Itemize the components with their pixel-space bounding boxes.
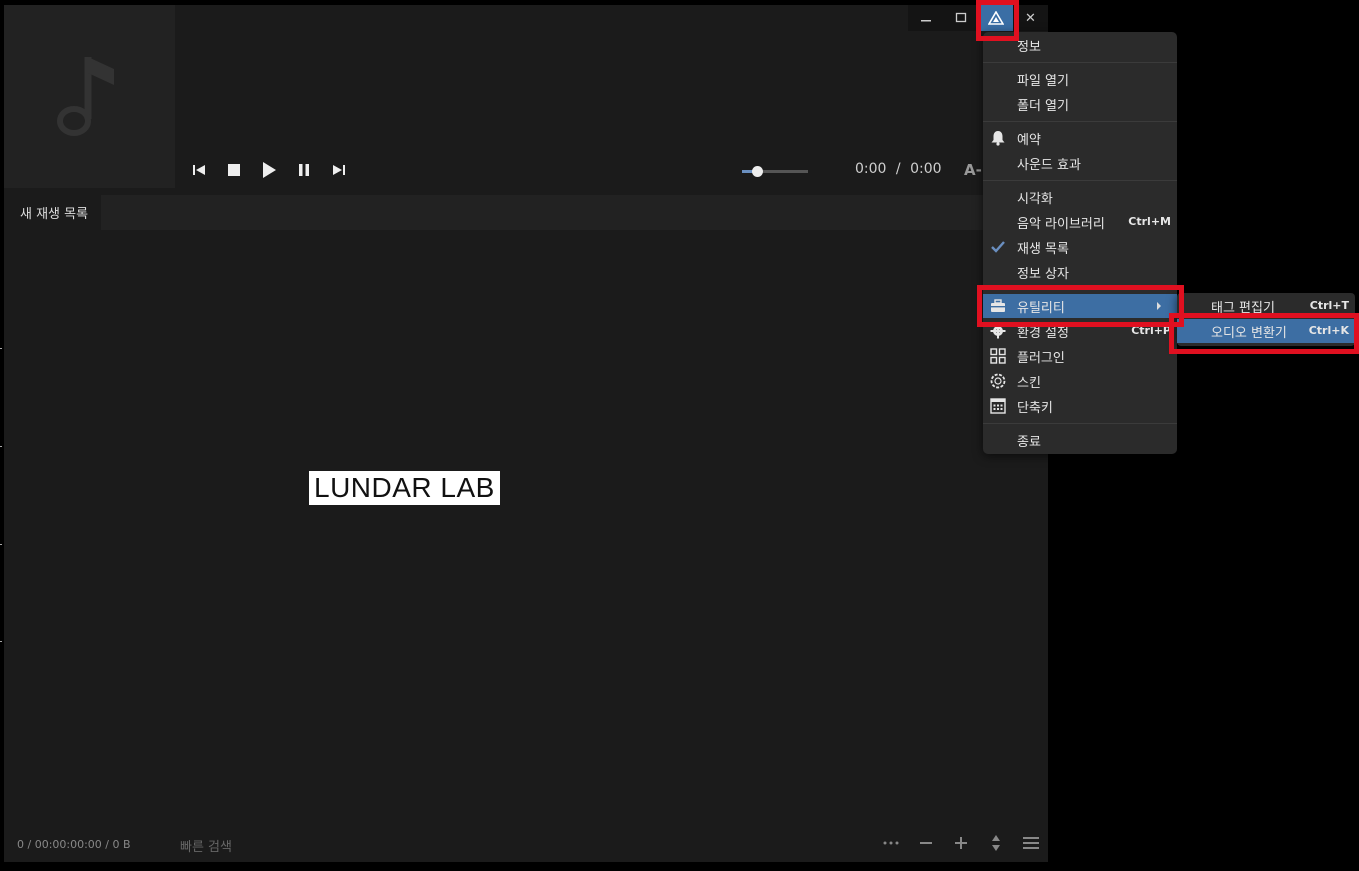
maximize-button[interactable] bbox=[943, 5, 978, 31]
close-icon: ✕ bbox=[1025, 10, 1036, 26]
minimize-button[interactable] bbox=[908, 5, 943, 31]
menu-item-music-library[interactable]: 음악 라이브러리 Ctrl+M bbox=[983, 210, 1177, 234]
list-menu-button[interactable] bbox=[1021, 833, 1041, 853]
menu-item-schedule[interactable]: 예약 bbox=[983, 126, 1177, 150]
menu-item-label: 플러그인 bbox=[1017, 351, 1065, 366]
menu-item-shortcut: Ctrl+M bbox=[1128, 215, 1171, 228]
quick-search-input[interactable]: 빠른 검색 bbox=[180, 836, 232, 855]
menu-item-label: 재생 목록 bbox=[1017, 242, 1069, 257]
volume-slider[interactable] bbox=[742, 166, 808, 177]
time-current: 0:00 bbox=[855, 161, 887, 177]
previous-button[interactable] bbox=[189, 160, 209, 180]
menu-item-label: 스킨 bbox=[1017, 376, 1041, 391]
menu-item-label: 정보 bbox=[1017, 40, 1041, 55]
next-icon bbox=[333, 165, 345, 175]
keyboard-icon bbox=[989, 397, 1007, 415]
menu-item-label: 단축키 bbox=[1017, 401, 1053, 416]
music-note-icon bbox=[56, 56, 114, 136]
menu-item-label: 파일 열기 bbox=[1017, 74, 1069, 89]
minimize-icon bbox=[920, 20, 931, 22]
menu-item-label: 종료 bbox=[1017, 435, 1041, 450]
menu-item-plugins[interactable]: 플러그인 bbox=[983, 344, 1177, 368]
menu-item-label: 폴더 열기 bbox=[1017, 99, 1069, 114]
menu-item-sound-effects[interactable]: 사운드 효과 bbox=[983, 151, 1177, 175]
menu-item-skin[interactable]: 스킨 bbox=[983, 369, 1177, 393]
edge-tick bbox=[0, 446, 2, 447]
menu-item-shortcuts[interactable]: 단축키 bbox=[983, 394, 1177, 418]
skin-icon bbox=[989, 372, 1007, 390]
volume-knob[interactable] bbox=[751, 166, 763, 177]
menu-separator bbox=[983, 62, 1177, 63]
menu-item-playlist[interactable]: 재생 목록 bbox=[983, 235, 1177, 259]
menu-item-visualization[interactable]: 시각화 bbox=[983, 185, 1177, 209]
app-context-menu: 정보 파일 열기 폴더 열기 예약 사운드 효과 시각화 음악 라이브러리 Ct… bbox=[983, 32, 1177, 454]
playlist-status: 0 / 00:00:00:00 / 0 B bbox=[17, 838, 131, 851]
previous-icon bbox=[193, 165, 205, 175]
menu-item-label: 예약 bbox=[1017, 133, 1041, 148]
edge-tick bbox=[0, 544, 2, 545]
menu-separator bbox=[983, 121, 1177, 122]
plugin-grid-icon bbox=[989, 347, 1007, 365]
stop-icon bbox=[228, 164, 240, 176]
album-art bbox=[4, 5, 175, 188]
tab-new-playlist[interactable]: 새 재생 목록 bbox=[4, 195, 101, 230]
menu-item-label: 음악 라이브러리 bbox=[1017, 217, 1105, 232]
submenu-item-shortcut: Ctrl+T bbox=[1309, 299, 1349, 312]
edge-tick bbox=[0, 348, 2, 349]
menu-separator bbox=[983, 180, 1177, 181]
highlight-audio-converter-item bbox=[1169, 313, 1359, 354]
add-button[interactable] bbox=[951, 833, 971, 853]
remove-button[interactable] bbox=[916, 833, 936, 853]
more-button[interactable] bbox=[881, 833, 901, 853]
menu-item-exit[interactable]: 종료 bbox=[983, 428, 1177, 452]
menu-item-label: 정보 상자 bbox=[1017, 267, 1069, 282]
menu-item-open-folder[interactable]: 폴더 열기 bbox=[983, 92, 1177, 116]
pause-button[interactable] bbox=[294, 160, 314, 180]
playlist-tabbar: 새 재생 목록 bbox=[4, 195, 1048, 230]
sort-icon bbox=[992, 835, 1000, 851]
playback-controls bbox=[189, 160, 349, 180]
next-button[interactable] bbox=[329, 160, 349, 180]
watermark-logo: LUNDAR LAB bbox=[309, 471, 500, 505]
sort-button[interactable] bbox=[986, 833, 1006, 853]
hamburger-icon bbox=[1023, 837, 1039, 849]
pause-icon bbox=[299, 164, 309, 176]
check-icon bbox=[989, 238, 1007, 256]
menu-item-open-file[interactable]: 파일 열기 bbox=[983, 67, 1177, 91]
more-icon bbox=[883, 841, 899, 845]
menu-separator bbox=[983, 423, 1177, 424]
player-window: ✕ 0:00 / 0:00 A- 새 재생 목록 LUNDAR LAB 0 / … bbox=[4, 5, 1048, 862]
highlight-app-menu-button bbox=[976, 0, 1019, 41]
bell-icon bbox=[989, 129, 1007, 147]
menu-item-label: 시각화 bbox=[1017, 192, 1053, 207]
menu-item-label: 사운드 효과 bbox=[1017, 158, 1081, 173]
time-separator: / bbox=[895, 161, 901, 177]
maximize-icon bbox=[955, 12, 966, 23]
time-display: 0:00 / 0:00 bbox=[855, 161, 942, 177]
minus-icon bbox=[920, 842, 932, 844]
highlight-utility-item bbox=[977, 285, 1184, 327]
menu-item-info-box[interactable]: 정보 상자 bbox=[983, 260, 1177, 284]
plus-icon bbox=[955, 837, 967, 849]
play-icon bbox=[263, 162, 276, 178]
playlist-toolbar bbox=[881, 833, 1041, 853]
edge-tick bbox=[0, 641, 2, 642]
ab-repeat-button[interactable]: A- bbox=[964, 161, 982, 179]
time-total: 0:00 bbox=[910, 161, 942, 177]
play-button[interactable] bbox=[259, 160, 279, 180]
stop-button[interactable] bbox=[224, 160, 244, 180]
